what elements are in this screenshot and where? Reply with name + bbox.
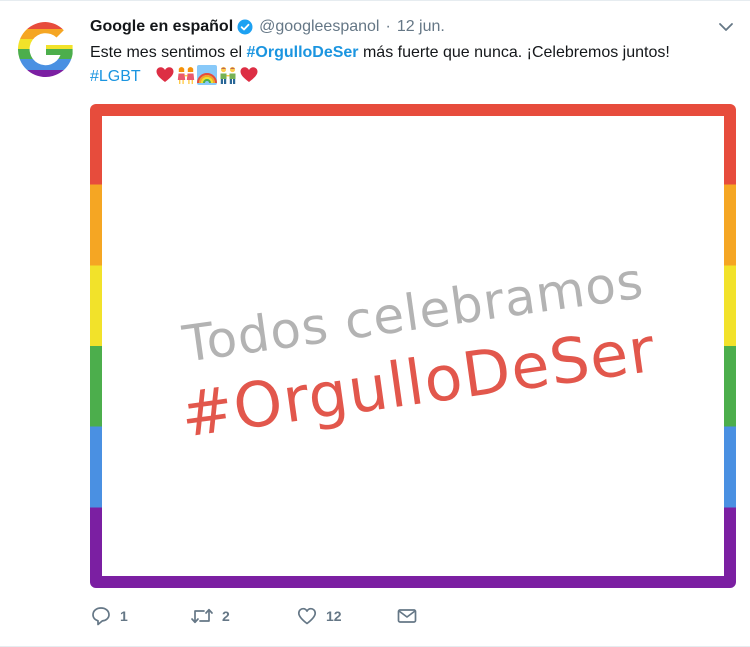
tweet-media-image[interactable]: Todos celebramos #OrgulloDeSer — [90, 104, 736, 588]
retweet-button[interactable]: 2 — [190, 601, 230, 631]
like-button[interactable]: 12 — [296, 601, 342, 631]
media-white-panel: Todos celebramos #OrgulloDeSer — [102, 116, 724, 576]
reply-icon — [90, 605, 112, 627]
like-count: 12 — [326, 608, 342, 624]
media-text-block: Todos celebramos #OrgulloDeSer — [90, 104, 736, 588]
tweet: Google en español @googleespanol · 12 ju… — [0, 0, 750, 647]
hashtag-link-lgbt[interactable]: #LGBT — [90, 68, 141, 85]
two-men-holding-hands-icon — [218, 65, 238, 85]
tweet-header: Google en español @googleespanol · 12 ju… — [90, 16, 445, 38]
heart-icon — [296, 605, 318, 627]
red-heart-icon — [239, 65, 259, 85]
tweet-text-part2: más fuerte que nunca. ¡Celebremos juntos… — [358, 44, 670, 61]
verified-badge-icon — [237, 19, 253, 35]
author-name[interactable]: Google en español — [90, 18, 233, 36]
retweet-count: 2 — [222, 608, 230, 624]
reply-count: 1 — [120, 608, 128, 624]
tweet-text-part1: Este mes sentimos el — [90, 44, 247, 61]
retweet-icon — [190, 605, 214, 627]
tweet-text: Este mes sentimos el #OrgulloDeSer más f… — [90, 41, 720, 89]
hashtag-link-orgullodeser[interactable]: #OrgulloDeSer — [247, 44, 359, 61]
red-heart-icon — [155, 65, 175, 85]
timestamp[interactable]: 12 jun. — [397, 18, 445, 36]
header-separator: · — [385, 18, 391, 35]
direct-message-button[interactable] — [396, 601, 418, 631]
chevron-down-icon[interactable] — [716, 17, 736, 37]
reply-button[interactable]: 1 — [90, 601, 128, 631]
google-pride-g-icon — [17, 21, 73, 77]
tweet-actions: 1 2 12 — [90, 601, 510, 631]
author-handle[interactable]: @googleespanol — [259, 18, 379, 36]
two-women-holding-hands-icon — [176, 65, 196, 85]
rainbow-icon — [196, 65, 217, 85]
avatar[interactable] — [14, 18, 77, 81]
envelope-icon — [396, 605, 418, 627]
